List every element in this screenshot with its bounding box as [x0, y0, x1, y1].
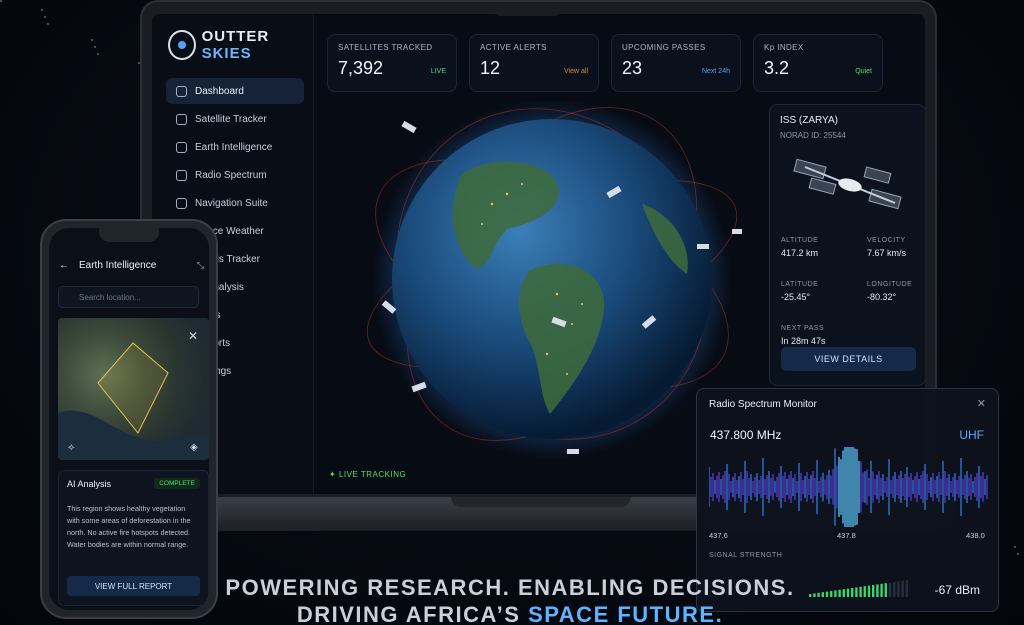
stat-tag: Next 24h: [701, 68, 730, 75]
satellite-map[interactable]: ✕ ⟡ ◈: [58, 318, 209, 460]
panel-title: Radio Spectrum Monitor: [709, 399, 817, 410]
tagline-line-1: POWERING RESEARCH. ENABLING DECISIONS.: [225, 575, 795, 600]
phone-notch: [99, 228, 159, 242]
stat-label: SATELLITES TRACKED: [338, 43, 433, 52]
sidebar-item-navigation-suite[interactable]: Navigation Suite: [166, 190, 304, 216]
tagline: POWERING RESEARCH. ENABLING DECISIONS. D…: [0, 574, 1020, 625]
stat-tag: Quiet: [855, 68, 872, 75]
analysis-area-polygon: [97, 342, 169, 434]
star: [97, 53, 99, 55]
sidebar-item-satellite-tracker[interactable]: Satellite Tracker: [166, 106, 304, 132]
back-arrow-icon[interactable]: ←: [59, 260, 69, 271]
spectrum-waveform[interactable]: [709, 447, 989, 527]
stat-label: UPCOMING PASSES: [622, 43, 706, 52]
stat-tag: LIVE: [430, 68, 446, 75]
nav-icon: [176, 85, 187, 97]
longitude-readout: LONGITUDE -80.32°: [867, 281, 913, 302]
velocity-readout: VELOCITY 7.67 km/s: [867, 237, 907, 258]
view-details-button[interactable]: VIEW DETAILS: [781, 347, 916, 371]
marketing-composite: OUTTER SKIES Dashboard Satellite Tracker E…: [0, 0, 1024, 625]
sidebar-item-radio-spectrum[interactable]: Radio Spectrum: [166, 162, 304, 188]
orbit-logo-icon: [168, 30, 196, 60]
tagline-line-2: DRIVING AFRICA’S SPACE FUTURE.: [296, 602, 724, 625]
ai-analysis-text: This region shows healthy vegetation wit…: [67, 504, 191, 549]
band-label: UHF: [959, 428, 984, 442]
tick-label-center: 437.8: [837, 531, 856, 540]
star: [94, 46, 96, 48]
stat-card-2[interactable]: UPCOMING PASSES 23 Next 24h: [611, 34, 741, 92]
phone-frame: ← Earth Intelligence ⤡ Search location..…: [40, 219, 218, 619]
live-tracking-indicator: ✦ LIVE TRACKING: [329, 470, 407, 479]
star: [47, 23, 49, 25]
brand-name: OUTTER SKIES: [201, 28, 270, 62]
satellite-name: ISS (ZARYA): [780, 115, 838, 126]
stat-label: ACTIVE ALERTS: [480, 43, 547, 52]
next-pass-readout: NEXT PASS In 28m 47s: [781, 325, 826, 346]
camera-notch: [492, 2, 562, 16]
phone-header: ← Earth Intelligence ⤡: [59, 260, 204, 271]
star: [0, 0, 2, 2]
status-badge: COMPLETE: [154, 478, 200, 489]
altitude-readout: ALTITUDE 417.2 km: [781, 237, 819, 258]
frequency-readout: 437.800 MHz: [710, 428, 782, 442]
sidebar-item-dashboard[interactable]: Dashboard: [166, 78, 304, 104]
nav-icon: [176, 113, 187, 125]
star: [41, 9, 43, 11]
latitude-readout: LATITUDE -25.45°: [781, 281, 819, 302]
phone-screen: ← Earth Intelligence ⤡ Search location..…: [49, 228, 209, 610]
location-search-input[interactable]: Search location...: [58, 286, 199, 308]
stat-card-0[interactable]: SATELLITES TRACKED 7,392 LIVE: [327, 34, 457, 92]
stat-card-1[interactable]: ACTIVE ALERTS 12 View all: [469, 34, 599, 92]
nav-icon: [176, 197, 187, 209]
satellite-icon: ⟡: [68, 442, 75, 453]
tick-label-high: 438.0: [966, 531, 985, 540]
close-icon: ✕: [188, 329, 198, 343]
stat-tag: View all: [564, 68, 588, 75]
globe-visualization[interactable]: [342, 94, 742, 494]
star: [44, 16, 46, 18]
expand-icon[interactable]: ⤡: [197, 260, 204, 271]
signal-strength-label: SIGNAL STRENGTH: [709, 552, 783, 559]
satellite-detail-panel: ISS (ZARYA) NORAD ID: 25544 ALTITUDE 417.…: [769, 104, 925, 386]
stat-value: 7,392: [338, 58, 384, 78]
norad-id: NORAD ID: 25544: [780, 131, 846, 140]
iss-illustration: [793, 158, 902, 210]
nav-icon: [176, 141, 187, 153]
stat-label: Kp INDEX: [764, 43, 804, 52]
close-icon[interactable]: ✕: [977, 397, 986, 410]
sidebar-item-earth-intelligence[interactable]: Earth Intelligence: [166, 134, 304, 160]
star: [1017, 553, 1019, 555]
star: [91, 39, 93, 41]
phone-title: Earth Intelligence: [79, 260, 157, 271]
star: [1014, 546, 1016, 548]
brand-logo[interactable]: OUTTER SKIES: [168, 28, 313, 62]
layers-icon: ◈: [190, 442, 198, 453]
tick-label-low: 437.6: [709, 531, 728, 540]
stat-card-3[interactable]: Kp INDEX 3.2 Quiet: [753, 34, 883, 92]
nav-icon: [176, 169, 187, 181]
